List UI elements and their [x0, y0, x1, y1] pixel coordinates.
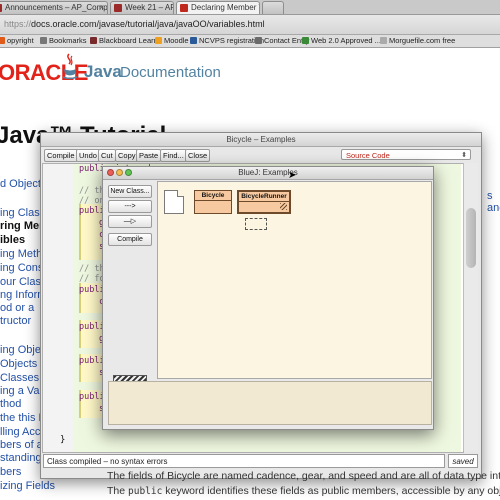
bookmark-icon — [40, 37, 47, 44]
view-mode-select[interactable]: Source Code ⬍ — [341, 149, 471, 160]
url-scheme: https:// — [4, 19, 32, 29]
readme-document-icon[interactable] — [164, 190, 184, 214]
nav-item[interactable]: bers — [0, 466, 21, 478]
url-text: docs.oracle.com/javase/tutorial/java/jav… — [31, 19, 265, 29]
text-run: The — [107, 485, 129, 497]
bookmark-moodle[interactable]: Moodle — [155, 35, 189, 47]
uncompiled-hatch-icon — [280, 203, 287, 210]
tab-favicon-icon — [114, 4, 122, 12]
tab-favicon-icon — [180, 4, 188, 12]
bookmark-morguefile[interactable]: Morguefile.com free — [380, 35, 455, 47]
window-close-icon[interactable] — [107, 169, 114, 176]
bookmarks-bar: opyright Bookmarks Blackboard Learn Mood… — [0, 35, 500, 48]
bluej-project-window: BlueJ: Examples New Class... ---> —▷ Com… — [102, 166, 434, 430]
tutorial-sidebar-nav: d Objects ing Classes ring Memb ibles in… — [0, 178, 57, 492]
code-line: publi — [79, 322, 105, 332]
select-arrows-icon: ⬍ — [461, 152, 467, 159]
uses-arrow-button[interactable]: ---> — [108, 200, 152, 213]
nav-item[interactable]: thod — [0, 398, 21, 410]
new-class-button[interactable]: New Class... — [108, 185, 152, 198]
view-mode-value: Source Code — [346, 151, 390, 160]
bookmark-label: Moodle — [164, 36, 189, 45]
editor-title-bar[interactable]: Bicycle – Examples — [41, 133, 481, 147]
nav-item[interactable]: tructor — [0, 315, 31, 327]
cut-button[interactable]: Cut — [98, 149, 116, 162]
bookmark-label: opyright — [7, 36, 34, 45]
documentation-heading: Documentation — [120, 64, 221, 81]
inline-code: public — [128, 486, 163, 497]
bookmark-icon — [302, 37, 309, 44]
find-button[interactable]: Find... — [160, 149, 187, 162]
tab-favicon-icon — [0, 4, 2, 12]
browser-tab-bar: Announcements – AP_Computer × Week 21 – … — [0, 0, 500, 15]
inheritance-arrow-button[interactable]: —▷ — [108, 215, 152, 228]
editor-toolbar: Compile Undo Cut Copy Paste Find... Clos… — [41, 147, 481, 163]
line-gutter — [43, 164, 73, 452]
bookmark-bookmarks[interactable]: Bookmarks — [40, 35, 87, 47]
bookmark-label: Blackboard Learn — [99, 36, 158, 45]
bookmark-icon — [380, 37, 387, 44]
mouse-cursor-icon: ➤ — [288, 170, 297, 181]
class-box-bicycle[interactable]: Bicycle — [194, 190, 232, 214]
bookmark-label: Morguefile.com free — [389, 36, 456, 45]
nav-item[interactable]: izing Fields — [0, 480, 55, 492]
paste-button[interactable]: Paste — [136, 149, 162, 162]
copy-button[interactable]: Copy — [115, 149, 139, 162]
new-tab-button[interactable] — [262, 1, 284, 14]
bookmark-ncvps[interactable]: NCVPS registration — [190, 35, 264, 47]
bookmark-blackboard[interactable]: Blackboard Learn — [90, 35, 158, 47]
compile-button[interactable]: Compile — [44, 149, 78, 162]
drag-outline — [245, 218, 267, 230]
code-line: publi — [79, 392, 105, 402]
address-bar: https://docs.oracle.com/javase/tutorial/… — [0, 15, 500, 35]
bookmark-icon — [155, 37, 162, 44]
bookmark-web20[interactable]: Web 2.0 Approved ... — [302, 35, 381, 47]
bookmark-icon — [90, 37, 97, 44]
bookmark-icon — [0, 37, 5, 44]
java-cup-icon — [62, 53, 78, 80]
nav-item-current[interactable]: ibles — [0, 234, 25, 246]
compile-status-bar: Class compiled – no syntax errors — [43, 454, 445, 468]
close-button[interactable]: Close — [185, 149, 211, 162]
class-diagram-area[interactable]: Bicycle BicycleRunner — [157, 181, 432, 379]
tab-label: Week 21 – AP_ComputerSc — [125, 3, 173, 12]
browser-tab-declaring-member-variables[interactable]: Declaring Member Variables — [176, 1, 260, 14]
nav-item[interactable]: Classes — [0, 372, 39, 384]
text-run: keyword identifies these fields as publi… — [165, 485, 500, 497]
java-wordmark: Java — [84, 62, 122, 81]
class-name: Bicycle — [195, 191, 231, 201]
saved-indicator: saved — [448, 454, 478, 468]
window-minimize-icon[interactable] — [116, 169, 123, 176]
browser-tab-announcements[interactable]: Announcements – AP_Computer × — [0, 1, 108, 14]
editor-vertical-scrollbar[interactable] — [463, 163, 478, 451]
bookmark-icon — [255, 37, 262, 44]
bluej-title-bar[interactable]: BlueJ: Examples — [103, 167, 433, 180]
class-name: BicycleRunner — [239, 192, 289, 202]
body-paragraph: The fields of Bicycle are named cadence,… — [107, 470, 500, 482]
bookmark-label: Web 2.0 Approved ... — [311, 36, 381, 45]
bookmark-icon — [190, 37, 197, 44]
class-box-bicyclerunner[interactable]: BicycleRunner — [237, 190, 291, 214]
browser-tab-week21[interactable]: Week 21 – AP_ComputerSc — [110, 1, 174, 14]
code-line: publi — [79, 206, 105, 216]
close-tab-icon[interactable]: × — [99, 2, 104, 14]
scrollbar-thumb[interactable] — [466, 208, 476, 268]
object-bench[interactable] — [108, 381, 432, 425]
bookmark-label: Bookmarks — [49, 36, 87, 45]
bluej-compile-button[interactable]: Compile — [108, 233, 152, 246]
bookmark-copyright[interactable]: opyright — [0, 35, 34, 47]
code-line: publi — [79, 285, 105, 295]
undo-button[interactable]: Undo — [76, 149, 100, 162]
body-paragraph: The public keyword identifies these fiel… — [107, 485, 500, 497]
code-line: publi — [79, 356, 105, 366]
nav-item[interactable]: od or a — [0, 302, 34, 314]
tab-label: Announcements – AP_Computer — [5, 3, 108, 12]
class-closing-brace: } — [60, 435, 66, 445]
body-text-fragment: s and — [487, 190, 500, 214]
window-zoom-icon[interactable] — [125, 169, 132, 176]
tab-label: Declaring Member Variables — [191, 3, 259, 12]
url-field[interactable]: https://docs.oracle.com/javase/tutorial/… — [0, 17, 500, 31]
nav-item[interactable]: Objects — [0, 358, 37, 370]
